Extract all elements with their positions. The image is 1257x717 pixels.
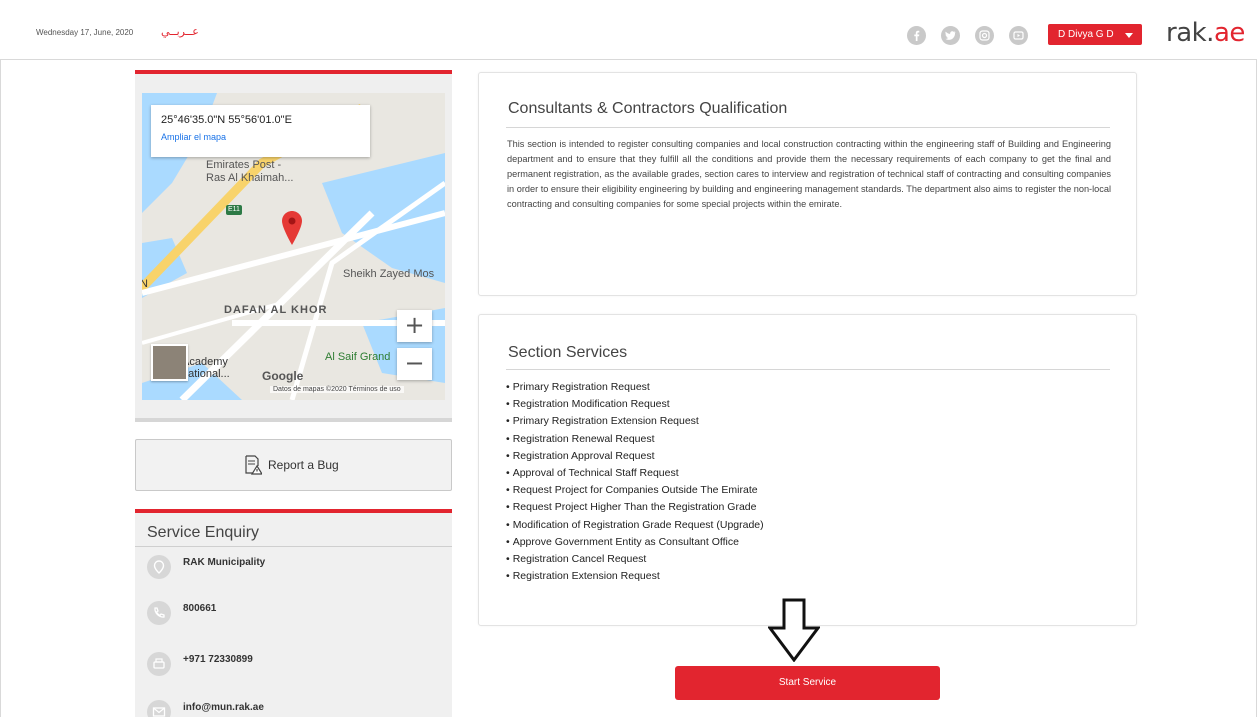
map-label-ras-al-khaimah: Ras Al Khaimah... xyxy=(206,172,294,184)
map-label-dafan-al-khor: DAFAN AL KHOR xyxy=(224,304,328,316)
list-item: Approval of Technical Staff Request xyxy=(506,465,764,482)
satellite-toggle[interactable] xyxy=(151,344,188,381)
section-services-card: Section Services Primary Registration Re… xyxy=(478,314,1137,626)
facebook-icon[interactable] xyxy=(907,26,926,45)
map-label-road: E11 xyxy=(228,206,240,213)
arabic-language-link[interactable]: عــربــي xyxy=(161,25,199,38)
user-name: D Divya G D xyxy=(1058,29,1114,40)
google-logo: Google xyxy=(262,369,304,383)
user-menu-button[interactable]: D Divya G D xyxy=(1048,24,1142,45)
top-bar: Wednesday 17, June, 2020 عــربــي D Divy… xyxy=(0,0,1257,60)
enquiry-email-text: info@mun.rak.ae xyxy=(183,702,264,713)
map-label-side: N xyxy=(142,278,148,290)
location-icon xyxy=(147,555,171,579)
map-bottom-border xyxy=(135,418,452,422)
zoom-in-button[interactable]: + xyxy=(397,310,432,342)
services-list: Primary Registration Request Registratio… xyxy=(506,379,764,585)
instagram-icon[interactable] xyxy=(975,26,994,45)
embedded-map[interactable]: Emirates Post - Ras Al Khaimah... Sheikh… xyxy=(142,93,445,400)
list-item: Primary Registration Extension Request xyxy=(506,413,764,430)
divider xyxy=(135,546,452,547)
map-label-sheikh-zayed: Sheikh Zayed Mos xyxy=(343,268,435,280)
qualification-description: This section is intended to register con… xyxy=(507,139,1112,209)
enquiry-phone-text: 800661 xyxy=(183,603,217,614)
map-label-emirates-post: Emirates Post - xyxy=(206,159,282,171)
service-enquiry-title: Service Enquiry xyxy=(147,524,260,541)
list-item: Registration Approval Request xyxy=(506,448,764,465)
list-item: Request Project Higher Than the Registra… xyxy=(506,499,764,516)
divider xyxy=(506,127,1110,128)
email-icon xyxy=(147,700,171,717)
section-services-title: Section Services xyxy=(508,344,628,361)
report-bug-label: Report a Bug xyxy=(268,458,339,472)
zoom-out-button[interactable]: − xyxy=(397,348,432,380)
brand-suffix: ae xyxy=(1213,18,1245,48)
qualification-title: Consultants & Contractors Qualification xyxy=(508,100,788,117)
start-service-button[interactable]: Start Service xyxy=(675,666,940,700)
fax-icon xyxy=(147,652,171,676)
divider xyxy=(506,369,1110,370)
map-coordinates: 25°46'35.0"N 55°56'01.0"E xyxy=(161,114,292,126)
brand-prefix: rak. xyxy=(1166,18,1214,48)
expand-map-link[interactable]: Ampliar el mapa xyxy=(161,132,226,142)
map-label-national: national... xyxy=(182,368,230,380)
report-bug-button[interactable]: Report a Bug xyxy=(135,439,452,491)
current-date: Wednesday 17, June, 2020 xyxy=(36,28,134,37)
down-arrow-icon xyxy=(768,598,820,662)
list-item: Registration Cancel Request xyxy=(506,551,764,568)
map-attribution[interactable]: Datos de mapas ©2020 Términos de uso xyxy=(270,386,404,393)
list-item: Primary Registration Request xyxy=(506,379,764,396)
list-item: Registration Modification Request xyxy=(506,396,764,413)
map-pin-icon xyxy=(282,211,302,245)
map-info-card: 25°46'35.0"N 55°56'01.0"E Ampliar el map… xyxy=(151,105,370,157)
enquiry-location-text: RAK Municipality xyxy=(183,557,266,568)
map-label-al-saif-grand: Al Saif Grand xyxy=(325,351,391,363)
enquiry-fax-text: +971 72330899 xyxy=(183,654,253,665)
list-item: Request Project for Companies Outside Th… xyxy=(506,482,764,499)
list-item: Registration Extension Request xyxy=(506,568,764,585)
map-label-academy: Academy xyxy=(182,356,228,368)
list-item: Modification of Registration Grade Reque… xyxy=(506,517,764,534)
list-item: Registration Renewal Request xyxy=(506,431,764,448)
brand-logo[interactable]: rak.ae xyxy=(1166,18,1245,48)
bug-report-icon xyxy=(245,455,262,475)
phone-icon xyxy=(147,601,171,625)
qualification-card: Consultants & Contractors Qualification … xyxy=(478,72,1137,296)
chevron-down-icon xyxy=(1125,33,1133,38)
twitter-icon[interactable] xyxy=(941,26,960,45)
youtube-icon[interactable] xyxy=(1009,26,1028,45)
list-item: Approve Government Entity as Consultant … xyxy=(506,534,764,551)
service-enquiry-panel: Service Enquiry RAK Municipality 800661 … xyxy=(135,513,452,717)
